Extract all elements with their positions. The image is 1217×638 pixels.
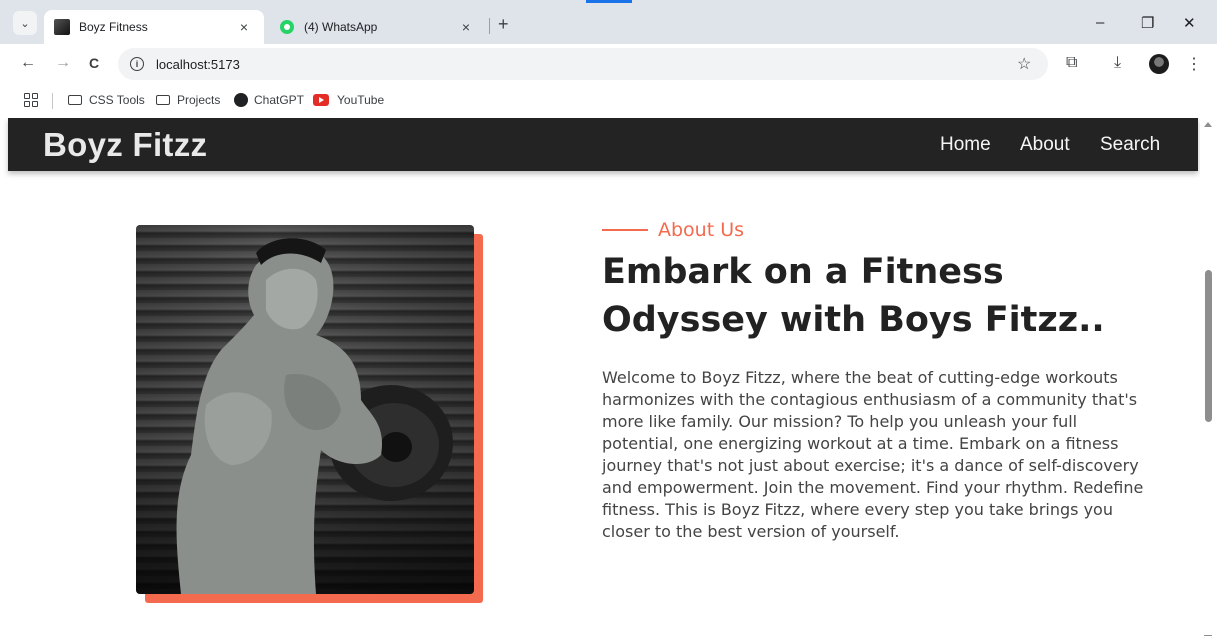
forward-button[interactable]: → (55, 54, 71, 72)
bookmark-label: ChatGPT (254, 93, 305, 107)
site-logo[interactable]: Boyz Fitzz (43, 126, 207, 164)
star-icon[interactable]: ☆ (1017, 54, 1031, 74)
tab-divider (489, 18, 490, 34)
info-icon[interactable]: i (130, 57, 144, 71)
nav-link-search[interactable]: Search (1100, 134, 1160, 156)
bookmark-label: Projects (177, 93, 221, 107)
nav-link-home[interactable]: Home (940, 134, 991, 156)
extensions-icon[interactable]: ⧉ (1066, 54, 1077, 72)
nav-link-about[interactable]: About (1020, 134, 1070, 156)
tab-boyz-fitness[interactable]: Boyz Fitness × (44, 10, 264, 44)
apps-icon[interactable] (24, 93, 38, 107)
favicon-icon (54, 19, 70, 35)
close-icon[interactable]: × (234, 19, 254, 35)
back-button[interactable]: ← (20, 54, 36, 72)
bookmark-youtube[interactable]: YouTube (313, 93, 384, 107)
folder-icon (156, 95, 170, 105)
browser-toolbar: ← → C i localhost:5173 ☆ ⧉ ⤓ ⋮ (0, 44, 1217, 84)
bookmark-projects[interactable]: Projects (156, 93, 220, 107)
eyebrow-text: About Us (658, 219, 745, 241)
page-scrollbar[interactable] (1200, 118, 1217, 638)
tab-search-button[interactable]: ⌄ (13, 11, 37, 35)
chatgpt-icon (234, 93, 248, 107)
avatar[interactable] (1149, 54, 1169, 74)
about-eyebrow: About Us (602, 219, 744, 241)
restore-button[interactable]: ❐ (1141, 14, 1154, 32)
scrollbar-thumb[interactable] (1205, 270, 1212, 422)
bookmarks-divider (52, 93, 53, 109)
page-viewport: Boyz Fitzz Home About Search About Us Em… (0, 118, 1217, 638)
bookmark-label: YouTube (337, 93, 385, 107)
scroll-up-icon[interactable] (1204, 122, 1212, 127)
close-icon[interactable]: × (456, 19, 476, 35)
address-bar[interactable]: i localhost:5173 (118, 48, 1048, 80)
browser-tabstrip: ⌄ Boyz Fitness × (4) WhatsApp × + – ❐ ✕ (0, 0, 1217, 44)
bookmark-label: CSS Tools (89, 93, 145, 107)
reload-button[interactable]: C (89, 55, 99, 71)
tab-title: (4) WhatsApp (304, 20, 378, 34)
bookmark-chatgpt[interactable]: ChatGPT (234, 93, 304, 107)
site-navbar: Boyz Fitzz Home About Search (8, 118, 1198, 171)
whatsapp-icon (280, 20, 294, 34)
bodybuilder-image (136, 225, 474, 594)
address-text: localhost:5173 (156, 56, 240, 72)
youtube-icon (313, 94, 329, 106)
chevron-down-icon: ⌄ (20, 17, 30, 30)
download-icon[interactable]: ⤓ (1114, 54, 1121, 72)
folder-icon (68, 95, 82, 105)
bookmarks-bar: CSS Tools Projects ChatGPT YouTube (0, 84, 1217, 118)
scroll-down-icon[interactable] (1204, 635, 1212, 636)
about-body: Welcome to Boyz Fitzz, where the beat of… (602, 368, 1144, 541)
close-window-button[interactable]: ✕ (1183, 14, 1196, 32)
menu-icon[interactable]: ⋮ (1186, 54, 1202, 74)
bodybuilder-illustration (176, 238, 453, 594)
bookmark-css-tools[interactable]: CSS Tools (68, 93, 145, 107)
new-tab-button[interactable]: + (498, 14, 509, 35)
tab-whatsapp[interactable]: (4) WhatsApp × (268, 10, 486, 44)
tab-title: Boyz Fitness (79, 20, 148, 34)
minimize-button[interactable]: – (1096, 14, 1104, 31)
loading-indicator (586, 0, 632, 3)
eyebrow-line (602, 229, 648, 231)
about-headline: Embark on a Fitness Odyssey with Boys Fi… (602, 252, 1105, 340)
